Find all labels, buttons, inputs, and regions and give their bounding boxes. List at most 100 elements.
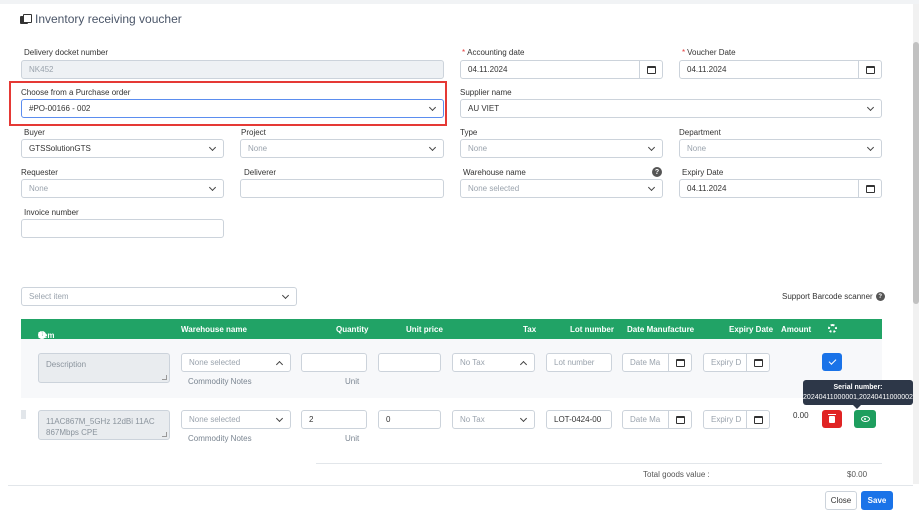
header-quantity: Quantity bbox=[336, 325, 369, 334]
expiry-calendar-button[interactable] bbox=[746, 354, 769, 371]
total-goods-value: $0.00 bbox=[847, 470, 868, 479]
item-expiry-input[interactable]: Expiry D bbox=[703, 410, 770, 429]
new-row-warehouse-select[interactable]: None selected bbox=[181, 353, 291, 372]
item-quantity-value: 2 bbox=[309, 415, 314, 424]
chevron-down-icon bbox=[647, 143, 656, 152]
item-date-manufacture-input[interactable]: Date Ma bbox=[622, 410, 692, 429]
warehouse-select[interactable]: None selected bbox=[460, 179, 663, 198]
new-row-lot-input[interactable]: Lot number bbox=[546, 353, 612, 372]
trash-icon bbox=[828, 413, 836, 423]
voucher-date-input[interactable]: 04.11.2024 bbox=[679, 60, 882, 79]
voucher-date-calendar-button[interactable] bbox=[858, 61, 881, 78]
project-select[interactable]: None bbox=[240, 139, 444, 158]
item-commodity-notes[interactable]: Commodity Notes bbox=[188, 434, 252, 443]
item-date-manufacture-calendar-button[interactable] bbox=[668, 411, 691, 428]
expiry-date-value: 04.11.2024 bbox=[687, 184, 727, 193]
chevron-down-icon bbox=[208, 183, 217, 192]
new-row-warehouse-value: None selected bbox=[189, 358, 241, 367]
voucher-modal: Inventory receiving voucher Delivery doc… bbox=[0, 0, 919, 513]
item-date-manufacture-placeholder: Date Ma bbox=[630, 415, 661, 424]
chevron-down-icon bbox=[519, 414, 528, 423]
item-warehouse-select[interactable]: None selected bbox=[181, 410, 291, 429]
help-icon[interactable]: ? bbox=[652, 167, 662, 177]
scrollbar[interactable] bbox=[913, 4, 919, 484]
chevron-down-icon bbox=[281, 291, 290, 300]
select-item-placeholder: Select item bbox=[29, 292, 69, 301]
department-select[interactable]: None bbox=[679, 139, 882, 158]
new-row-tax-select[interactable]: No Tax bbox=[452, 353, 535, 372]
expiry-date-input[interactable]: 04.11.2024 bbox=[679, 179, 882, 198]
gear-icon[interactable] bbox=[828, 324, 837, 333]
item-unit-label: Unit bbox=[345, 434, 360, 443]
add-item-button[interactable] bbox=[822, 353, 842, 371]
item-expiry-placeholder: Expiry D bbox=[711, 415, 742, 424]
item-tax-select[interactable]: No Tax bbox=[452, 410, 535, 429]
serial-number-tooltip: Serial number: 20240411000001,2024041100… bbox=[803, 380, 913, 409]
help-icon[interactable]: ? bbox=[875, 292, 885, 301]
voucher-date-label-text: Voucher Date bbox=[687, 48, 736, 57]
type-select[interactable]: None bbox=[460, 139, 663, 158]
view-serial-button[interactable] bbox=[854, 410, 876, 428]
description-textarea[interactable]: Description bbox=[38, 353, 170, 383]
new-row-expiry-placeholder: Expiry D bbox=[711, 358, 742, 367]
supplier-label: Supplier name bbox=[460, 88, 512, 97]
new-row-expiry-input[interactable]: Expiry D bbox=[703, 353, 770, 372]
select-item-dropdown[interactable]: Select item bbox=[21, 287, 297, 306]
buyer-select[interactable]: GTSSolutionGTS bbox=[21, 139, 224, 158]
chevron-up-icon bbox=[519, 360, 528, 369]
delete-item-button[interactable] bbox=[822, 410, 842, 428]
deliverer-input[interactable] bbox=[240, 179, 444, 198]
close-button[interactable]: Close bbox=[825, 491, 857, 510]
new-row-lot-placeholder: Lot number bbox=[554, 358, 595, 367]
purchase-order-value: #PO-00166 - 002 bbox=[29, 104, 91, 113]
purchase-order-label: Choose from a Purchase order bbox=[21, 88, 131, 97]
delivery-docket-value: NK452 bbox=[29, 65, 54, 74]
date-manufacture-calendar-button[interactable] bbox=[668, 354, 691, 371]
resize-grip-icon[interactable] bbox=[162, 432, 167, 437]
supplier-select[interactable]: AU VIET bbox=[460, 99, 882, 118]
warehouse-value: None selected bbox=[468, 184, 520, 193]
item-quantity-input[interactable]: 2 bbox=[301, 410, 367, 429]
type-value: None bbox=[468, 144, 488, 153]
calendar-icon bbox=[753, 415, 763, 424]
item-lot-input[interactable]: LOT-0424-00 bbox=[546, 410, 612, 429]
chevron-down-icon bbox=[866, 103, 875, 112]
accounting-date-input[interactable]: 04.11.2024 bbox=[460, 60, 663, 79]
item-description-textarea[interactable]: 11AC867M_5GHz 12dBi 11AC 867Mbps CPE bbox=[38, 410, 170, 440]
item-unit-price-input[interactable]: 0 bbox=[378, 410, 441, 429]
buyer-value: GTSSolutionGTS bbox=[29, 144, 91, 153]
header-date-manufacture: Date Manufacture bbox=[627, 325, 695, 334]
items-table-header: i Item Warehouse name Quantity Unit price… bbox=[21, 319, 882, 340]
project-label: Project bbox=[241, 128, 266, 137]
resize-grip-icon[interactable] bbox=[162, 375, 167, 380]
description-placeholder: Description bbox=[46, 360, 87, 369]
invoice-number-input[interactable] bbox=[21, 219, 224, 238]
new-row-unit-price-input[interactable] bbox=[378, 353, 441, 372]
expiry-date-calendar-button[interactable] bbox=[858, 180, 881, 197]
item-lot-value: LOT-0424-00 bbox=[554, 415, 602, 424]
new-row-quantity-input[interactable] bbox=[301, 353, 367, 372]
save-button[interactable]: Save bbox=[861, 491, 893, 510]
chevron-down-icon bbox=[647, 183, 656, 192]
item-unit-price-value: 0 bbox=[386, 415, 391, 424]
accounting-date-calendar-button[interactable] bbox=[639, 61, 662, 78]
requester-value: None bbox=[29, 184, 49, 193]
purchase-order-select[interactable]: #PO-00166 - 002 bbox=[21, 99, 444, 118]
new-row-commodity-notes[interactable]: Commodity Notes bbox=[188, 377, 252, 386]
scrollbar-thumb[interactable] bbox=[913, 42, 919, 304]
expiry-date-label: Expiry Date bbox=[682, 168, 724, 177]
requester-select[interactable]: None bbox=[21, 179, 224, 198]
voucher-date-label: * Voucher Date bbox=[682, 48, 736, 57]
buyer-label: Buyer bbox=[24, 128, 45, 137]
header-unit-price: Unit price bbox=[406, 325, 443, 334]
new-row-date-manufacture-input[interactable]: Date Ma bbox=[622, 353, 692, 372]
totals-divider bbox=[316, 463, 882, 464]
requester-label: Requester bbox=[21, 168, 58, 177]
calendar-icon bbox=[646, 65, 656, 74]
delivery-docket-label: Delivery docket number bbox=[24, 48, 109, 57]
accounting-date-label: * Accounting date bbox=[462, 48, 525, 57]
warehouse-label: Warehouse name bbox=[463, 168, 526, 177]
tooltip-value: 20240411000001,20240411000002 bbox=[803, 394, 913, 401]
item-expiry-calendar-button[interactable] bbox=[746, 411, 769, 428]
row-drag-handle[interactable] bbox=[21, 410, 26, 419]
